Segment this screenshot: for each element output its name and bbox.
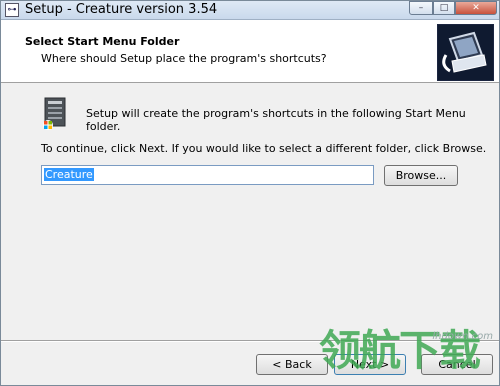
- title-bar[interactable]: ⊶ Setup - Creature version 3.54 – □ ✕: [1, 1, 499, 20]
- watermark-url: lhdown.com: [432, 331, 493, 342]
- window-title: Setup - Creature version 3.54: [25, 2, 218, 17]
- setup-window: ⊶ Setup - Creature version 3.54 – □ ✕ Se…: [0, 0, 500, 386]
- close-button[interactable]: ✕: [455, 1, 497, 15]
- setup-computer-icon: [437, 24, 494, 81]
- instructions-text: To continue, click Next. If you would li…: [41, 142, 487, 155]
- folder-input-value: Creature: [44, 168, 94, 181]
- minimize-button[interactable]: –: [409, 1, 433, 15]
- intro-text: Setup will create the program's shortcut…: [86, 107, 466, 133]
- page-subtitle: Where should Setup place the program's s…: [41, 52, 327, 65]
- back-button[interactable]: < Back: [256, 354, 328, 375]
- caption-buttons: – □ ✕: [409, 1, 497, 17]
- start-menu-folder-icon: [39, 97, 73, 131]
- app-icon[interactable]: ⊶: [5, 3, 19, 17]
- page-title: Select Start Menu Folder: [25, 35, 180, 48]
- start-menu-folder-input[interactable]: Creature: [41, 165, 374, 185]
- maximize-button[interactable]: □: [433, 1, 455, 15]
- browse-button[interactable]: Browse...: [384, 165, 458, 186]
- wizard-header: Select Start Menu Folder Where should Se…: [1, 20, 499, 83]
